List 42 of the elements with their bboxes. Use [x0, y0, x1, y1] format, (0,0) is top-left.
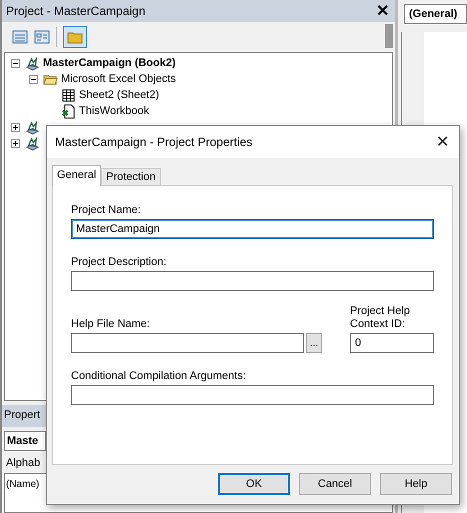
view-object-icon[interactable] — [34, 29, 50, 45]
dialog-button[interactable]: OK — [218, 473, 290, 495]
field-label: Project Description: — [71, 256, 168, 268]
tab[interactable]: General — [52, 165, 102, 186]
text-field[interactable]: 0 — [350, 333, 434, 354]
tab[interactable]: Protection — [101, 168, 161, 185]
collapse-toggle[interactable] — [11, 58, 22, 68]
close-button[interactable]: ✕ — [426, 132, 459, 152]
project-icon — [25, 136, 40, 150]
collapse-toggle[interactable] — [29, 74, 40, 84]
pane-title: Propert — [2, 405, 46, 427]
property-cell: (Name) — [6, 479, 40, 490]
object-dropdown[interactable]: (General) — [404, 4, 467, 24]
dialog-button[interactable]: Help — [380, 473, 452, 495]
field-label: Project Help Context ID: — [350, 305, 411, 330]
toolbar-grip[interactable] — [385, 24, 393, 48]
browse-button[interactable]: ... — [306, 333, 322, 354]
tree-item[interactable]: Sheet2 (Sheet2) — [79, 89, 160, 101]
tree-item[interactable]: Microsoft Excel Objects — [61, 73, 176, 85]
tree-item[interactable]: ThisWorkbook — [79, 105, 150, 117]
expand-toggle[interactable] — [11, 138, 22, 148]
dialog-title: MasterCampaign - Project Properties — [55, 135, 252, 149]
dialog-button[interactable]: Cancel — [299, 473, 371, 495]
field-label: Help File Name: — [71, 318, 151, 330]
expand-toggle[interactable] — [11, 122, 22, 132]
workbook-icon — [61, 104, 76, 118]
text-field[interactable]: MasterCampaign — [71, 219, 434, 239]
close-button[interactable]: ✕ — [370, 1, 395, 21]
sheet-icon — [61, 88, 76, 102]
view-code-icon[interactable] — [12, 29, 28, 45]
toggle-folders-button[interactable] — [63, 26, 87, 48]
text-field[interactable] — [71, 333, 304, 354]
pane-title: Project - MasterCampaign — [6, 4, 146, 18]
tree-item[interactable]: MasterCampaign (Book2) — [43, 57, 176, 69]
tab[interactable]: Alphab — [2, 455, 44, 471]
project-icon — [25, 120, 40, 134]
field-label: Project Name: — [71, 204, 142, 216]
text-field[interactable] — [71, 385, 434, 406]
object-dropdown[interactable]: Maste — [4, 431, 46, 451]
text-field[interactable] — [71, 271, 434, 291]
field-label: Conditional Compilation Arguments: — [71, 370, 247, 382]
project-icon — [25, 56, 40, 70]
